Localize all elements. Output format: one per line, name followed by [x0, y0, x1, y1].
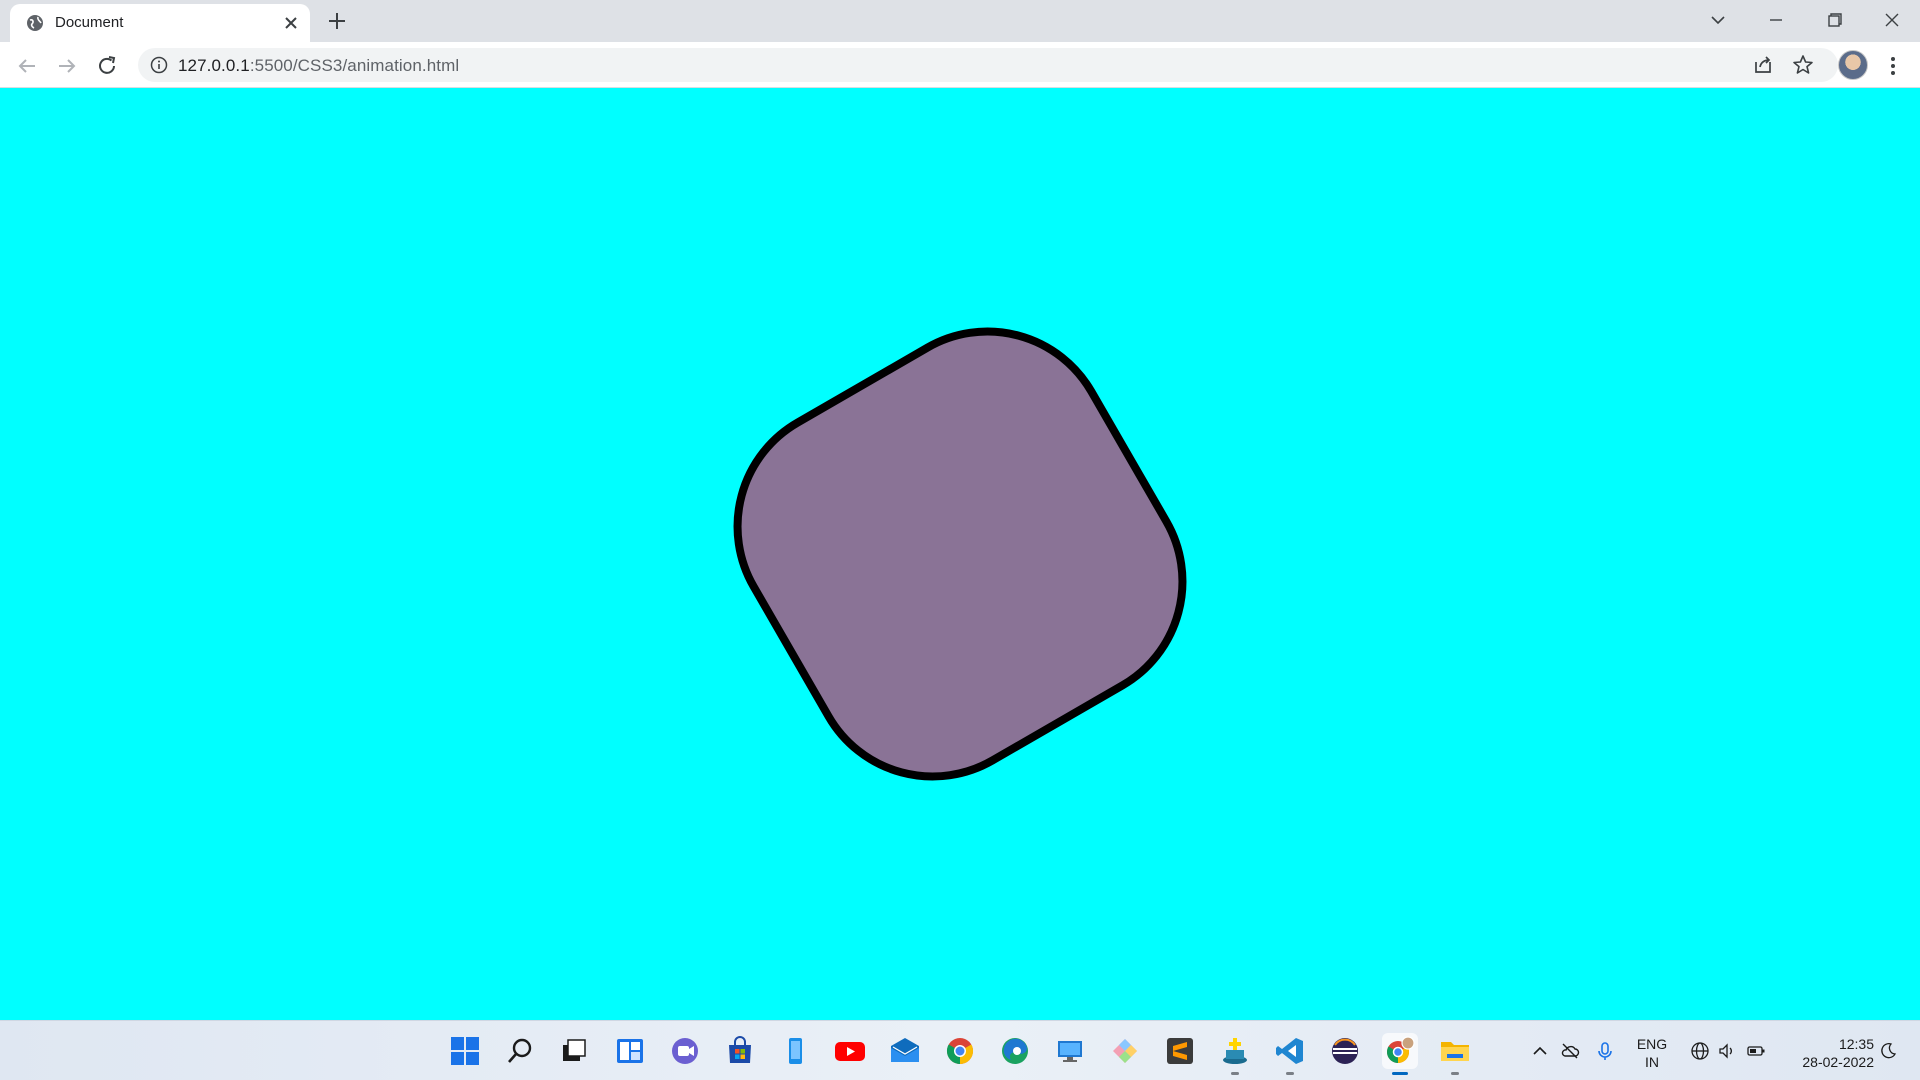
- share-icon[interactable]: [1750, 52, 1776, 78]
- git-button[interactable]: [1107, 1033, 1143, 1069]
- input-language-indicator[interactable]: ENG IN: [1630, 1035, 1674, 1071]
- animated-rounded-shape: [733, 327, 1187, 781]
- close-window-icon[interactable]: [1878, 8, 1906, 32]
- tab-search-chevron-icon[interactable]: [1704, 8, 1732, 32]
- chrome-profile-icon: [1387, 1036, 1415, 1063]
- language-code: ENG: [1636, 1036, 1668, 1052]
- task-view-button[interactable]: [556, 1033, 592, 1069]
- minimize-icon[interactable]: [1762, 8, 1790, 32]
- clock-date: 28-02-2022: [1802, 1054, 1874, 1070]
- url-host: 127.0.0.1: [178, 56, 250, 75]
- focus-moon-icon[interactable]: [1878, 1041, 1898, 1061]
- onedrive-offline-icon[interactable]: [1560, 1041, 1580, 1061]
- start-icon: [451, 1037, 479, 1065]
- microsoft-store-icon: [729, 1036, 751, 1063]
- volume-icon[interactable]: [1717, 1041, 1737, 1061]
- app-installer-icon: [1223, 1038, 1247, 1064]
- battery-icon[interactable]: [1746, 1041, 1766, 1061]
- bookmark-star-icon[interactable]: [1790, 52, 1816, 78]
- close-tab-icon[interactable]: [282, 14, 300, 32]
- globe-icon: [27, 15, 43, 31]
- file-explorer-icon: [1441, 1042, 1469, 1061]
- forward-arrow-icon[interactable]: [55, 54, 79, 78]
- microphone-icon[interactable]: [1595, 1041, 1615, 1061]
- restore-icon[interactable]: [1820, 8, 1848, 32]
- browser-toolbar: 127.0.0.1:5500/CSS3/animation.html: [0, 42, 1920, 88]
- reload-icon[interactable]: [95, 54, 119, 78]
- teams-chat-button[interactable]: [667, 1033, 703, 1069]
- address-bar[interactable]: 127.0.0.1:5500/CSS3/animation.html: [138, 48, 1838, 82]
- page-viewport: [0, 88, 1920, 1020]
- chevron-up-icon[interactable]: [1530, 1041, 1550, 1061]
- chrome-profile-button[interactable]: [1382, 1033, 1418, 1075]
- widgets-icon: [617, 1039, 643, 1063]
- more-options-icon[interactable]: [1882, 54, 1904, 78]
- search-icon: [508, 1038, 532, 1063]
- active-indicator: [1392, 1072, 1408, 1075]
- site-info-icon[interactable]: [150, 56, 168, 74]
- widgets-button[interactable]: [612, 1033, 648, 1069]
- mail-icon: [891, 1038, 919, 1062]
- back-arrow-icon[interactable]: [15, 54, 39, 78]
- vscode-button[interactable]: [1272, 1033, 1308, 1075]
- teams-chat-icon: [672, 1038, 698, 1064]
- browser-tab[interactable]: Document: [10, 4, 310, 42]
- git-icon: [1113, 1039, 1137, 1063]
- chrome-button[interactable]: [942, 1033, 978, 1069]
- browser-tab-strip: Document: [0, 0, 1920, 42]
- clock-time: 12:35: [1838, 1036, 1874, 1052]
- start-button[interactable]: [447, 1033, 483, 1069]
- eclipse-icon: [1332, 1038, 1358, 1064]
- app-installer-button[interactable]: [1217, 1033, 1253, 1075]
- youtube-icon: [835, 1042, 865, 1061]
- task-view-icon: [563, 1039, 586, 1061]
- running-indicator: [1451, 1072, 1459, 1075]
- search-button[interactable]: [502, 1033, 538, 1069]
- edge-button[interactable]: [997, 1033, 1033, 1069]
- sublime-text-icon: [1167, 1038, 1193, 1064]
- remote-desktop-button[interactable]: [1052, 1033, 1088, 1069]
- new-tab-icon[interactable]: [326, 10, 348, 32]
- tab-title: Document: [55, 14, 124, 31]
- sublime-text-button[interactable]: [1162, 1033, 1198, 1069]
- microsoft-store-button[interactable]: [722, 1033, 758, 1069]
- taskbar-clock[interactable]: 12:35 28-02-2022: [1784, 1035, 1874, 1071]
- vscode-icon: [1276, 1038, 1303, 1064]
- url-text[interactable]: 127.0.0.1:5500/CSS3/animation.html: [178, 56, 459, 76]
- chrome-icon: [946, 1038, 974, 1065]
- phone-icon: [789, 1038, 802, 1064]
- url-path: :5500/CSS3/animation.html: [249, 56, 460, 75]
- windows-taskbar: ENG IN 12:35 28-02-2022: [0, 1020, 1920, 1080]
- youtube-button[interactable]: [832, 1033, 868, 1069]
- phone-app-button[interactable]: [777, 1033, 813, 1069]
- network-globe-icon[interactable]: [1690, 1041, 1710, 1061]
- mail-button[interactable]: [887, 1033, 923, 1069]
- edge-icon: [1002, 1038, 1028, 1064]
- remote-desktop-icon: [1058, 1041, 1082, 1062]
- file-explorer-button[interactable]: [1437, 1033, 1473, 1075]
- eclipse-button[interactable]: [1327, 1033, 1363, 1069]
- language-region: IN: [1645, 1054, 1659, 1070]
- running-indicator: [1231, 1072, 1239, 1075]
- profile-avatar[interactable]: [1838, 50, 1868, 80]
- running-indicator: [1286, 1072, 1294, 1075]
